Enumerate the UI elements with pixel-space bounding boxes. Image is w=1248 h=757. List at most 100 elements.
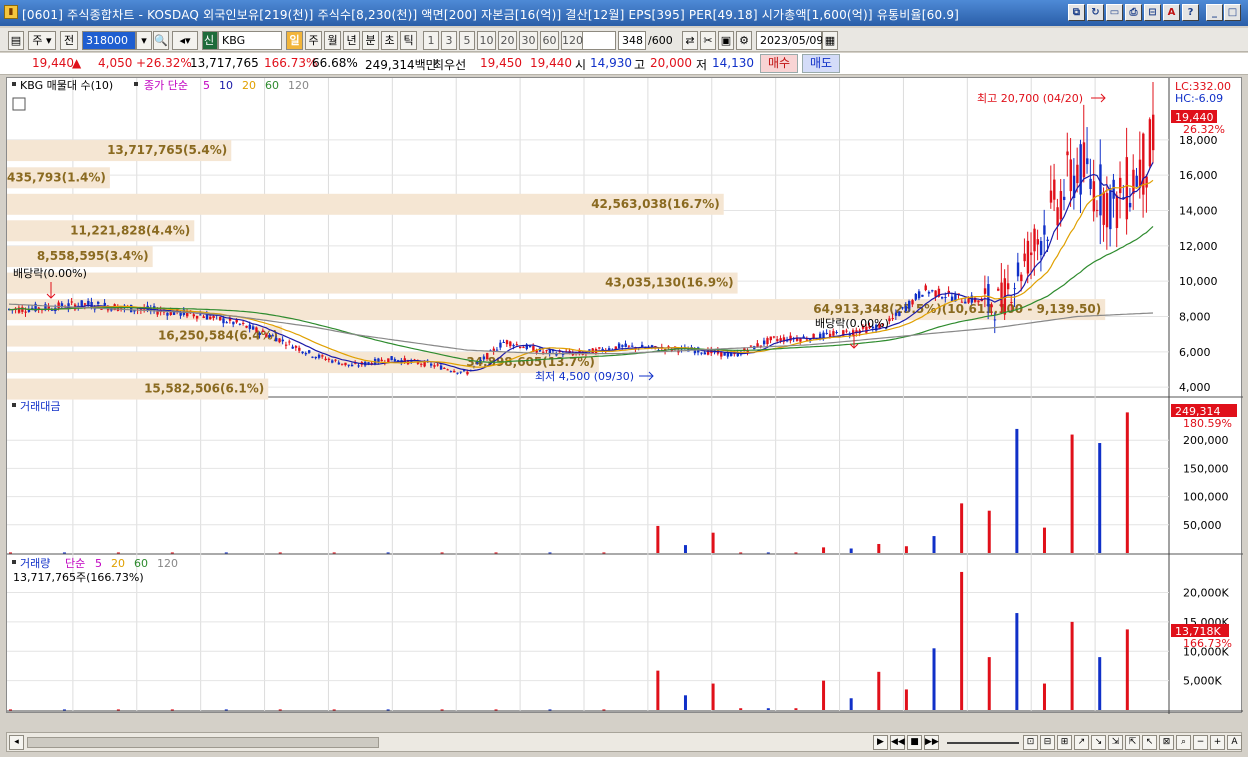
candle-body (1105, 193, 1109, 228)
type-select[interactable]: 주 ▾ (28, 31, 56, 50)
tool-icon[interactable]: ⊟ (1040, 735, 1055, 750)
grid-toggle-icon[interactable] (12, 97, 26, 111)
period-button[interactable]: 일 (286, 31, 303, 50)
interval-button[interactable]: 20 (498, 31, 517, 50)
volume-ma-period[interactable]: 120 (157, 557, 178, 570)
draw-line-icon[interactable]: ↖ (1142, 735, 1157, 750)
zoom-slider[interactable] (947, 742, 1019, 744)
period-button[interactable]: 년 (343, 31, 360, 50)
volume-ma-period[interactable]: 60 (134, 557, 148, 570)
calendar-icon[interactable]: ▦ (822, 31, 838, 50)
count-input[interactable]: 348 (618, 31, 646, 50)
scroll-bar[interactable]: ◂ ▶ ◀◀ ■ ▶▶ ⊡ ⊟ ⊞ ↗ ↘ ⇲ ⇱ ↖ ⊠ ⌕ − + A (6, 732, 1242, 752)
candle-body (749, 345, 753, 347)
code-dropdown-icon[interactable]: ▾ (136, 31, 152, 50)
turnover: 66.68% (312, 56, 358, 70)
draw-line-icon[interactable]: ⇱ (1125, 735, 1140, 750)
high-price: 20,000 (650, 56, 692, 70)
ma-period-label[interactable]: 20 (242, 79, 256, 92)
candle-body (70, 301, 74, 303)
ma-legend-label[interactable]: 종가 단순 (144, 79, 188, 92)
stock-name-input[interactable]: KBG (218, 31, 282, 50)
scroll-left-icon[interactable]: ◂ (9, 735, 24, 750)
candle-body (334, 359, 337, 361)
sell-button[interactable]: 매도 (802, 54, 840, 73)
ma-period-label[interactable]: 120 (288, 79, 309, 92)
candle-body (443, 368, 446, 370)
code-input[interactable]: 318000 (82, 31, 136, 50)
candle-body (772, 336, 776, 338)
volume-ma-period[interactable]: 5 (95, 557, 102, 570)
buy-button[interactable]: 매수 (760, 54, 798, 73)
interval-button[interactable]: 10 (477, 31, 496, 50)
window-icon[interactable]: ▭ (1106, 4, 1123, 21)
volume-profile-label: 3,435,793(1.4%) (7, 170, 106, 184)
period-button[interactable]: 초 (381, 31, 398, 50)
ma-period-label[interactable]: 10 (219, 79, 233, 92)
interval-input[interactable] (578, 31, 616, 50)
price-legend-item[interactable]: KBG 매물대 수(10) (20, 79, 113, 92)
stop-icon[interactable]: ■ (907, 735, 922, 750)
tool-icon[interactable]: ⊞ (1057, 735, 1072, 750)
interval-button[interactable]: 120 (561, 31, 583, 50)
interval-button[interactable]: 60 (540, 31, 559, 50)
chart-area[interactable]: 13,717,765(5.4%)3,435,793(1.4%) 42,563,03… (0, 77, 1243, 725)
volume-ma-label[interactable]: 단순 (65, 557, 85, 570)
draw-line-icon[interactable]: ⇲ (1108, 735, 1123, 750)
scissors-icon[interactable]: ✂ (700, 31, 716, 50)
lock-icon[interactable]: ⊟ (1144, 4, 1161, 21)
bar (849, 548, 853, 553)
draw-line-icon[interactable]: ↗ (1074, 735, 1089, 750)
bar (1098, 443, 1102, 553)
period-button[interactable]: 주 (305, 31, 322, 50)
interval-button[interactable]: 5 (459, 31, 475, 50)
plus-icon[interactable]: + (1210, 735, 1225, 750)
interval-button[interactable]: 30 (519, 31, 538, 50)
chart-type-icon[interactable]: ▤ (8, 31, 24, 50)
minus-icon[interactable]: − (1193, 735, 1208, 750)
candle-body (723, 352, 726, 356)
tool-icon[interactable]: ⊠ (1159, 735, 1174, 750)
candle-body (944, 297, 947, 299)
minimize-icon[interactable]: _ (1206, 4, 1223, 21)
rewind-icon[interactable]: ◀◀ (890, 735, 905, 750)
search-icon[interactable]: 🔍 (153, 31, 169, 50)
period-button[interactable]: 틱 (400, 31, 417, 50)
chart-svg[interactable]: 13,717,765(5.4%)3,435,793(1.4%) 42,563,03… (0, 78, 1243, 725)
whole-button[interactable]: 전 (60, 31, 78, 50)
ma-period-label[interactable]: 60 (265, 79, 279, 92)
maximize-icon[interactable]: □ (1224, 4, 1241, 21)
help-icon[interactable]: ? (1182, 4, 1199, 21)
forward-icon[interactable]: ▶▶ (924, 735, 939, 750)
candle-body (251, 326, 255, 330)
text-icon[interactable]: A (1227, 735, 1242, 750)
period-button[interactable]: 월 (324, 31, 341, 50)
scroll-thumb[interactable] (27, 737, 379, 748)
arrows-icon[interactable]: ⇄ (682, 31, 698, 50)
font-icon[interactable]: A (1163, 4, 1180, 21)
print-icon[interactable]: ⎙ (1125, 4, 1142, 21)
bar (904, 546, 908, 553)
save-icon[interactable]: ▣ (718, 31, 734, 50)
sound-icon[interactable]: ◂▾ (172, 31, 198, 50)
link-icon[interactable]: ⧉ (1068, 4, 1085, 21)
draw-line-icon[interactable]: ↘ (1091, 735, 1106, 750)
ma-period-label[interactable]: 5 (203, 79, 210, 92)
candle-body (324, 358, 327, 361)
close-icon[interactable] (1242, 4, 1247, 21)
candle-body (1119, 177, 1122, 194)
interval-button[interactable]: 3 (441, 31, 457, 50)
play-icon[interactable]: ▶ (873, 735, 888, 750)
volume-ma-period[interactable]: 20 (111, 557, 125, 570)
date-input[interactable]: 2023/05/09 (756, 31, 823, 50)
amount-panel-title[interactable]: 거래대금 (20, 400, 60, 413)
period-button[interactable]: 분 (362, 31, 379, 50)
tool-icon[interactable]: ⊡ (1023, 735, 1038, 750)
settings-icon[interactable]: ⚙ (736, 31, 752, 50)
candle-body (436, 364, 439, 366)
zoom-in-icon[interactable]: ⌕ (1176, 735, 1191, 750)
refresh-icon[interactable]: ↻ (1087, 4, 1104, 21)
volume-panel-title[interactable]: 거래량 (20, 557, 50, 570)
candle-body (1000, 282, 1003, 308)
interval-button[interactable]: 1 (423, 31, 439, 50)
